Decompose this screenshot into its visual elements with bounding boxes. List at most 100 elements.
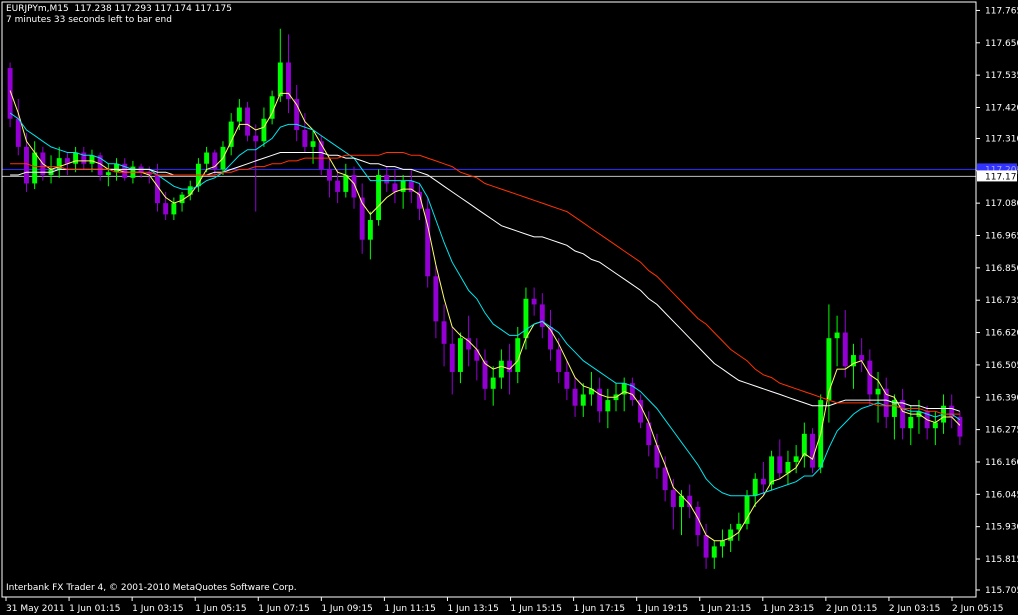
candle-body (498, 360, 504, 378)
candle-body (687, 495, 693, 507)
candle-body (245, 107, 251, 136)
candle-body (719, 540, 725, 547)
candle-body (7, 68, 13, 119)
candle-body (310, 141, 316, 147)
candle-body (433, 276, 439, 322)
candle-body (523, 298, 529, 339)
candle-body (302, 130, 308, 147)
time-tick-label: 31 May 2011 (6, 604, 65, 614)
time-tick-label: 1 Jun 09:15 (321, 604, 372, 614)
candle-body (744, 495, 750, 524)
candle-body (531, 298, 537, 305)
price-tick-label: 116.850 (985, 264, 1018, 274)
price-tick-label: 117.650 (985, 39, 1018, 49)
candle-body (228, 121, 234, 147)
price-chart[interactable]: 117.765 117.650 117.535 117.420 117.310 117.1… (0, 0, 1018, 615)
candle-body (875, 388, 881, 395)
price-tick-label: 115.705 (985, 586, 1018, 596)
candle-body (760, 478, 766, 485)
price-tick-label: 117.765 (985, 6, 1018, 16)
bid-price-tag-label: 117.175 (985, 172, 1018, 182)
candle-body (810, 433, 815, 468)
price-tick-label: 117.310 (985, 134, 1018, 144)
candle-body (187, 186, 193, 195)
candle-body (367, 220, 373, 240)
candle-body (392, 183, 398, 192)
copyright-text: Interbank FX Trader 4, © 2001-2010 MetaQ… (6, 583, 297, 593)
price-tick-label: 117.535 (985, 71, 1018, 81)
candle-body (932, 422, 938, 429)
candle-body (556, 349, 562, 372)
candle-body (384, 175, 390, 184)
price-tick-label: 116.735 (985, 296, 1018, 306)
candle-body (24, 146, 29, 184)
candle-body (236, 107, 242, 122)
candle-body (277, 62, 283, 97)
candle-body (105, 172, 111, 176)
candle-body (597, 388, 603, 412)
time-tick-label: 1 Jun 19:15 (637, 604, 688, 614)
time-tick-label: 1 Jun 07:15 (258, 604, 309, 614)
candle-body (507, 360, 513, 372)
price-tick-label: 116.275 (985, 426, 1018, 436)
plot-background (0, 0, 1018, 615)
price-tick-label: 117.420 (985, 103, 1018, 113)
candle-body (474, 349, 480, 361)
price-tick-label: 116.965 (985, 231, 1018, 241)
candle-body (15, 118, 21, 147)
candle-body (842, 332, 848, 367)
time-tick-label: 2 Jun 03:15 (889, 604, 940, 614)
candle-body (204, 152, 210, 164)
candle-body (89, 155, 95, 164)
time-tick-label: 1 Jun 01:15 (69, 604, 120, 614)
candle-body (834, 332, 840, 339)
time-tick-label: 1 Jun 15:15 (511, 604, 562, 614)
candle-body (752, 478, 758, 496)
candle-body (777, 456, 783, 474)
time-tick-label: 1 Jun 05:15 (195, 604, 246, 614)
time-tick-label: 1 Jun 23:15 (763, 604, 814, 614)
time-tick-label: 2 Jun 05:15 (952, 604, 1003, 614)
candle-body (564, 371, 570, 389)
candle-body (351, 175, 357, 198)
candle-body (957, 416, 963, 437)
candle-body (318, 141, 324, 170)
symbol-info: EURJPYm,M15 117.238 117.293 117.174 117.… (6, 4, 232, 14)
candle-body (441, 321, 447, 344)
candle-body (769, 456, 775, 485)
candle-body (457, 338, 463, 372)
candle-body (883, 388, 889, 417)
time-tick-label: 1 Jun 21:15 (700, 604, 751, 614)
candle-body (580, 394, 586, 406)
time-tick-label: 1 Jun 17:15 (574, 604, 625, 614)
candle-body (32, 152, 38, 184)
price-tick-label: 116.045 (985, 490, 1018, 500)
candle-body (253, 135, 259, 142)
price-tick-label: 116.505 (985, 361, 1018, 371)
price-tick-label: 116.390 (985, 393, 1018, 403)
candle-body (376, 175, 382, 221)
price-tick-label: 116.620 (985, 329, 1018, 339)
candle-body (73, 152, 79, 164)
price-tick-label: 115.815 (985, 555, 1018, 565)
time-tick-label: 1 Jun 13:15 (447, 604, 498, 614)
candle-body (711, 546, 717, 558)
candle-body (900, 400, 906, 429)
candle-body (572, 388, 578, 406)
candle-body (605, 400, 611, 412)
candle-body (114, 163, 119, 173)
candle-body (908, 416, 914, 429)
candle-body (728, 529, 734, 541)
time-tick-label: 1 Jun 11:15 (384, 604, 435, 614)
candle-body (867, 360, 873, 395)
chart-window[interactable]: 117.765 117.650 117.535 117.420 117.310 117.1… (0, 0, 1018, 615)
price-tick-label: 115.930 (985, 523, 1018, 533)
time-tick-label: 1 Jun 03:15 (132, 604, 183, 614)
candle-body (670, 490, 676, 507)
candle-body (163, 203, 169, 215)
price-tick-label: 116.160 (985, 458, 1018, 468)
candle-body (343, 175, 349, 192)
candle-body (261, 118, 267, 142)
candle-body (171, 203, 177, 215)
candle-body (326, 169, 332, 181)
